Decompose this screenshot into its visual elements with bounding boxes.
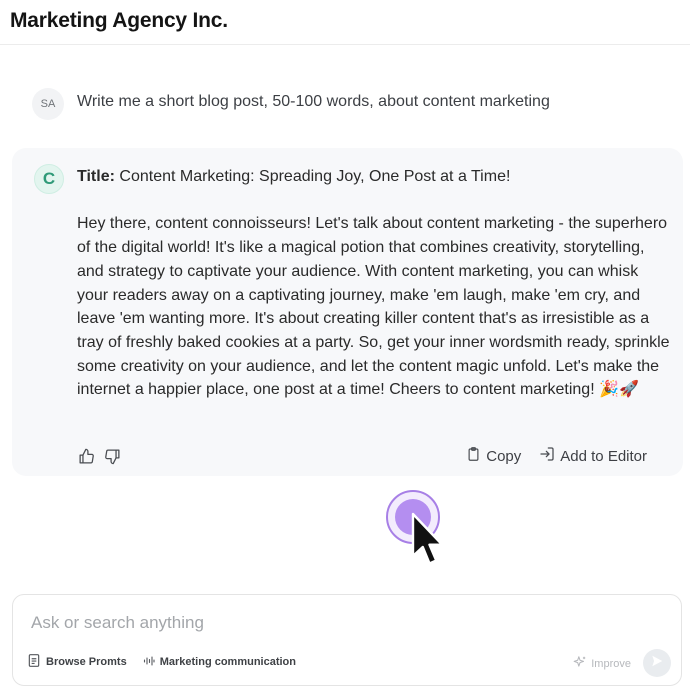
copy-button[interactable]: Copy [466, 446, 521, 466]
reply-body: Hey there, content connoisseurs! Let's t… [77, 215, 670, 399]
copy-label: Copy [486, 447, 522, 465]
feedback-buttons [76, 446, 122, 470]
reply-title: Title: Content Marketing: Spreading Joy,… [77, 165, 672, 189]
marketing-communication-label: Marketing communication [159, 656, 296, 668]
send-icon [650, 654, 664, 673]
sparkle-icon [573, 655, 587, 672]
improve-button[interactable]: Improve [573, 655, 631, 672]
app-header: Marketing Agency Inc. [0, 0, 690, 45]
reply-actions: Copy Add to Editor [466, 446, 647, 466]
waveform-icon [143, 655, 155, 670]
document-icon [27, 653, 41, 671]
send-button[interactable] [643, 649, 671, 677]
insert-icon [539, 446, 555, 466]
mouse-cursor-icon [411, 512, 444, 565]
marketing-communication-button[interactable]: Marketing communication [143, 655, 296, 670]
browse-prompts-label: Browse Promts [46, 656, 127, 668]
improve-label: Improve [591, 657, 631, 670]
user-message: SA Write me a short blog post, 50-100 wo… [32, 88, 672, 122]
message-composer: Browse Promts Marketing communication Im… [12, 594, 682, 686]
browse-prompts-button[interactable]: Browse Promts [27, 653, 127, 671]
add-to-editor-button[interactable]: Add to Editor [539, 446, 647, 466]
assistant-avatar: C [34, 164, 64, 194]
reply-title-text: Content Marketing: Spreading Joy, One Po… [119, 168, 511, 185]
app-title: Marketing Agency Inc. [10, 9, 228, 32]
chat-input[interactable] [31, 613, 551, 633]
thumbs-down-icon[interactable] [102, 446, 122, 466]
user-message-text: Write me a short blog post, 50-100 words… [77, 93, 550, 110]
thumbs-up-icon[interactable] [76, 446, 96, 466]
composer-tools: Browse Promts Marketing communication [27, 653, 296, 671]
user-avatar: SA [32, 88, 64, 120]
reply-title-label: Title: [77, 168, 115, 185]
clipboard-icon [466, 446, 481, 466]
assistant-reply-text[interactable]: Title: Content Marketing: Spreading Joy,… [77, 165, 672, 402]
add-to-editor-label: Add to Editor [560, 447, 647, 465]
assistant-reply-card: C Title: Content Marketing: Spreading Jo… [12, 148, 683, 476]
